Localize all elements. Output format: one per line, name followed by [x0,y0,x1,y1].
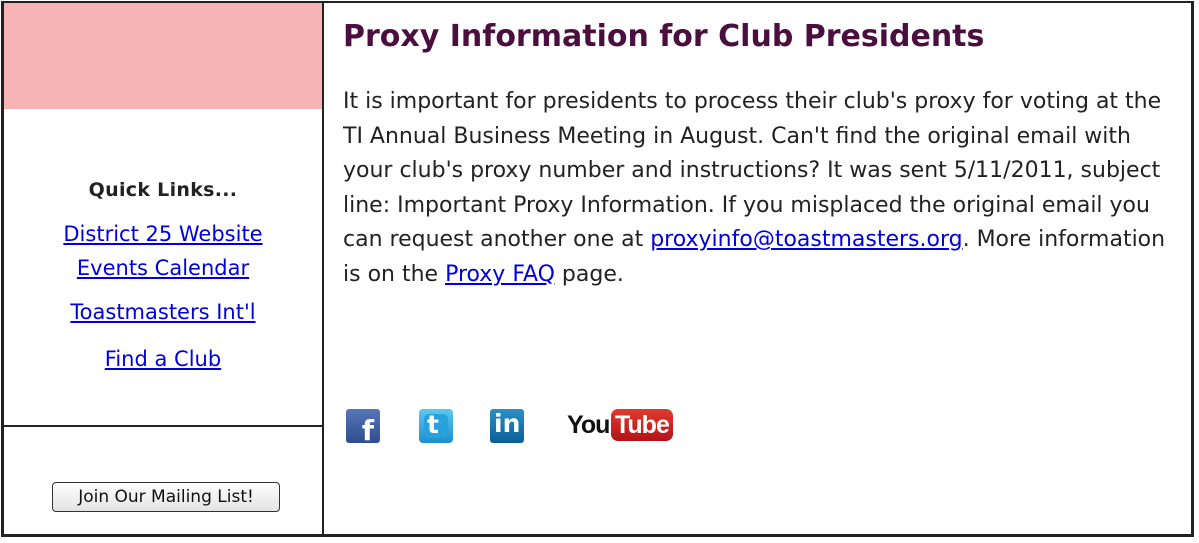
twitter-glyph: t [427,410,439,439]
link-district-25-website[interactable]: District 25 Website [4,222,322,246]
linkedin-icon[interactable]: in [490,409,524,443]
sidebar-divider [4,425,322,427]
newsletter-frame: Quick Links... District 25 Website Event… [1,1,1194,537]
quick-links-section: Quick Links... District 25 Website Event… [4,109,322,425]
sidebar-header-band [4,3,322,109]
facebook-icon[interactable]: f [346,409,380,443]
quick-links-heading: Quick Links... [88,179,238,201]
proxyinfo-email-link[interactable]: proxyinfo@toastmasters.org [650,227,962,252]
facebook-glyph: f [361,414,374,443]
twitter-icon[interactable]: t [419,409,453,443]
youtube-tube-text: Tube [611,409,673,441]
link-toastmasters-intl[interactable]: Toastmasters Int'l [4,300,322,324]
youtube-you-text: You [567,411,610,439]
youtube-icon[interactable]: You Tube [567,409,673,443]
proxy-faq-link[interactable]: Proxy FAQ [445,262,555,287]
link-events-calendar[interactable]: Events Calendar [4,256,322,280]
article-text-part-3: page. [554,261,624,287]
article-title: Proxy Information for Club Presidents [343,19,985,54]
article-body: It is important for presidents to proces… [343,85,1173,292]
linkedin-glyph: in [494,409,521,438]
join-mailing-list-button[interactable]: Join Our Mailing List! [52,482,280,512]
main-content: Proxy Information for Club Presidents It… [324,3,1191,534]
link-find-a-club[interactable]: Find a Club [4,347,322,371]
sidebar: Quick Links... District 25 Website Event… [4,3,324,534]
